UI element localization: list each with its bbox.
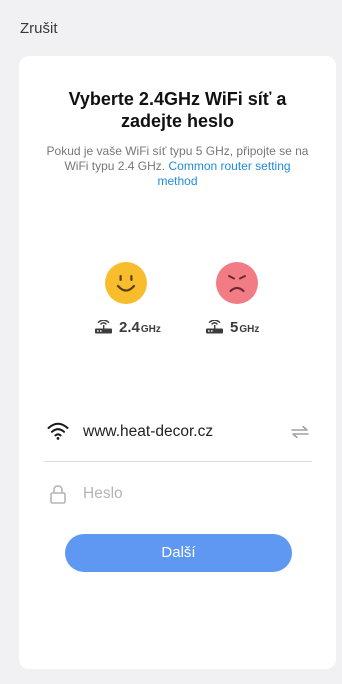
band-label-5ghz: 5 GHz	[205, 317, 259, 337]
band-number: 2.4	[119, 319, 140, 336]
page-title: Vyberte 2.4GHz WiFi síť a zadejte heslo	[68, 89, 287, 131]
password-field	[44, 476, 312, 516]
band-number: 5	[230, 319, 239, 336]
lock-icon	[50, 485, 66, 504]
sad-face-icon	[216, 262, 258, 304]
band-label-2-4ghz: 2.4 GHz	[94, 317, 161, 337]
cancel-button[interactable]: Zrušit	[20, 20, 58, 38]
swap-icon[interactable]	[290, 424, 310, 440]
wifi-ssid-value: www.heat-decor.cz	[83, 423, 214, 440]
password-input[interactable]	[81, 480, 301, 508]
next-button[interactable]: Další	[65, 534, 292, 572]
happy-face-icon	[105, 262, 147, 304]
band-option-2-4ghz: 2.4 GHz	[83, 262, 173, 342]
router-icon	[95, 320, 112, 334]
band-unit: GHz	[140, 324, 161, 335]
top-bar: Zrušit	[0, 0, 342, 56]
wifi-network-field[interactable]: www.heat-decor.cz	[44, 412, 312, 462]
band-unit: GHz	[239, 324, 260, 335]
band-option-5ghz: 5 GHz	[187, 262, 277, 342]
router-setting-link[interactable]: Common router setting method	[157, 159, 290, 188]
wifi-setup-card: Vyberte 2.4GHz WiFi síť a zadejte heslo …	[19, 56, 336, 669]
router-icon	[206, 320, 223, 334]
instruction-text: Pokud je vaše WiFi síť typu 5 GHz, připo…	[45, 144, 310, 189]
wifi-icon	[47, 422, 69, 440]
